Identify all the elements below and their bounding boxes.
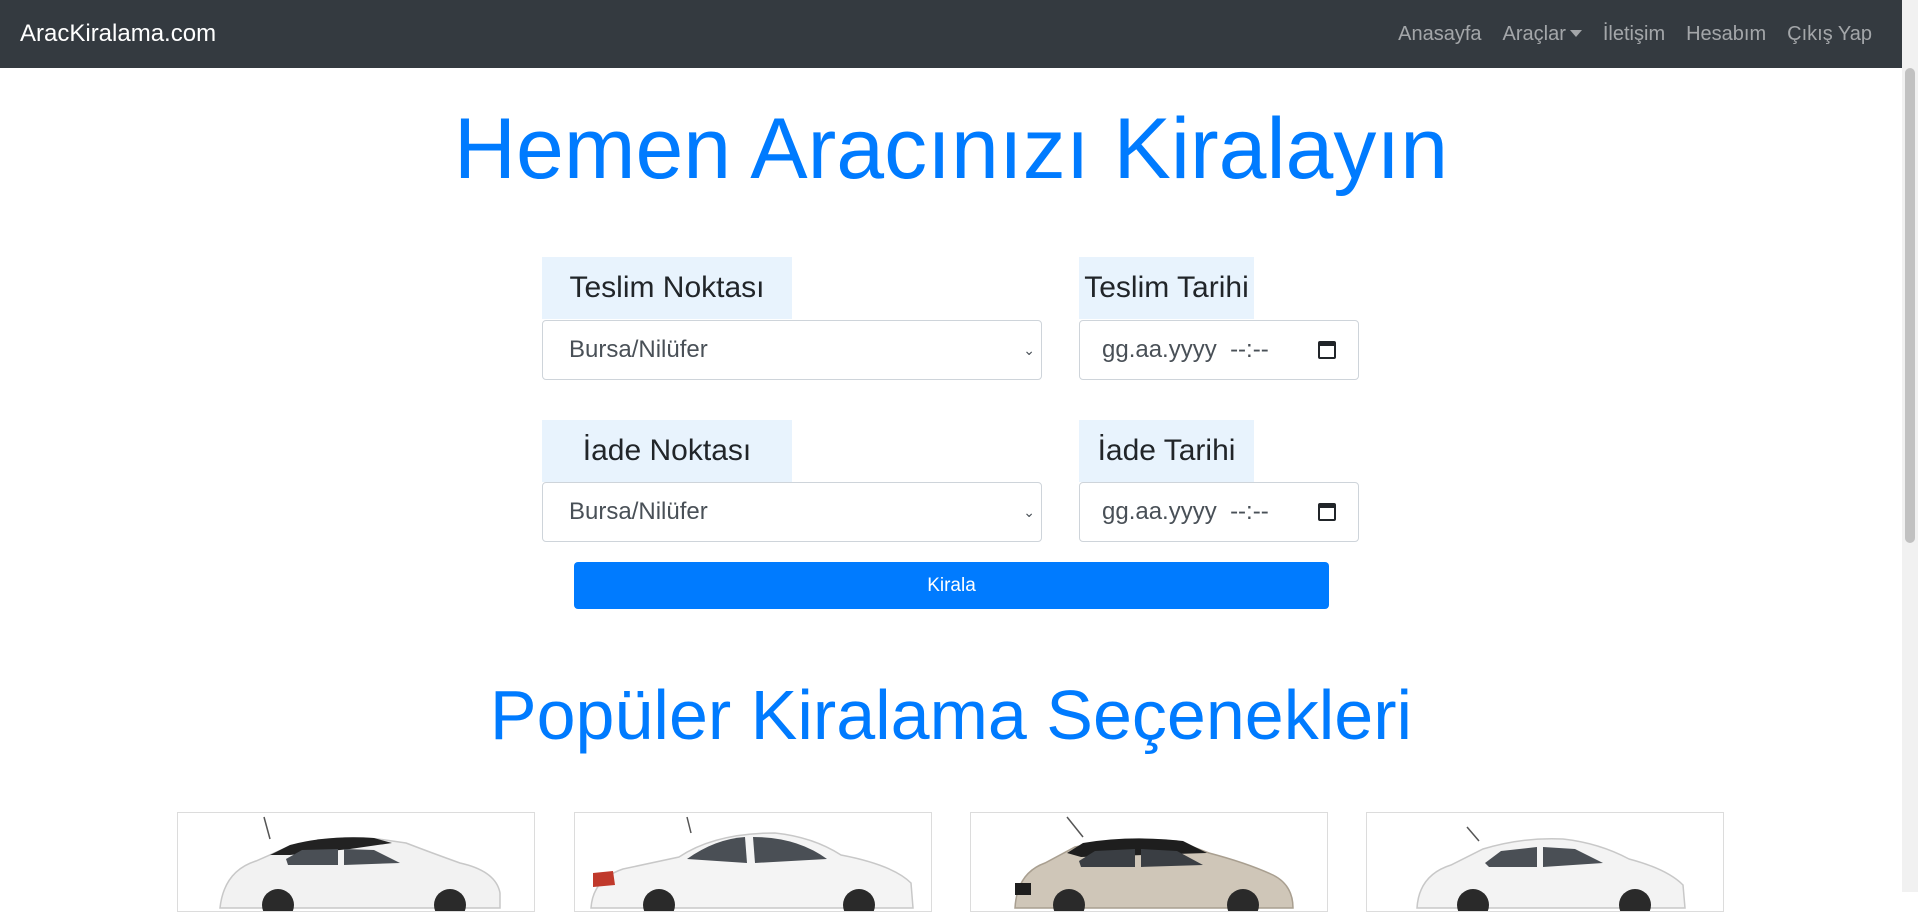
car-image-suv-icon (219, 816, 501, 911)
calendar-icon[interactable] (1318, 341, 1336, 359)
car-image-sedan-icon (590, 816, 914, 911)
scrollbar-thumb[interactable] (1905, 68, 1915, 543)
caret-down-icon (1569, 29, 1582, 37)
pickup-date-input[interactable]: gg.aa.yyyy --:-- (1079, 320, 1359, 380)
nav-link-logout[interactable]: Çıkış Yap (1787, 23, 1872, 46)
page-title: Hemen Aracınızı Kiralayın (453, 101, 1449, 197)
car-image-crossover-icon (1014, 816, 1294, 911)
return-date-input[interactable]: gg.aa.yyyy --:-- (1079, 482, 1359, 542)
nav-link-home[interactable]: Anasayfa (1398, 23, 1481, 46)
calendar-icon[interactable] (1318, 503, 1336, 521)
return-location-value: Bursa/Nilüfer (569, 498, 708, 525)
chevron-down-icon: ⌄ (1023, 342, 1035, 358)
car-card[interactable] (1366, 812, 1724, 912)
nav-link-account[interactable]: Hesabım (1686, 23, 1766, 46)
return-location-label: İade Noktası (542, 420, 792, 482)
car-card[interactable] (574, 812, 932, 912)
vertical-scrollbar[interactable] (1902, 0, 1918, 892)
brand-logo[interactable]: AracKiralama.com (20, 0, 216, 68)
pickup-location-value: Bursa/Nilüfer (569, 336, 708, 363)
pickup-date-label: Teslim Tarihi (1079, 257, 1254, 319)
nav-link-contact[interactable]: İletişim (1603, 23, 1665, 46)
car-card[interactable] (177, 812, 535, 912)
section-title-popular: Popüler Kiralama Seçenekleri (489, 676, 1413, 754)
return-date-label: İade Tarihi (1079, 420, 1254, 482)
pickup-location-label: Teslim Noktası (542, 257, 792, 319)
nav-menu: Anasayfa Araçlar İletişim Hesabım Çıkış … (1398, 0, 1872, 68)
nav-dropdown-vehicles[interactable]: Araçlar (1503, 23, 1582, 46)
car-image-hatchback-icon (1416, 826, 1686, 911)
return-location-select[interactable]: Bursa/Nilüfer ⌄ (542, 482, 1042, 542)
pickup-date-placeholder: gg.aa.yyyy --:-- (1102, 336, 1269, 363)
nav-dropdown-vehicles-label: Araçlar (1502, 22, 1566, 45)
return-date-placeholder: gg.aa.yyyy --:-- (1102, 498, 1269, 525)
pickup-location-select[interactable]: Bursa/Nilüfer ⌄ (542, 320, 1042, 380)
top-navbar: AracKiralama.com Anasayfa Araçlar İletiş… (0, 0, 1902, 68)
car-card[interactable] (970, 812, 1328, 912)
rent-button[interactable]: Kirala (574, 562, 1329, 609)
chevron-down-icon: ⌄ (1023, 504, 1035, 520)
